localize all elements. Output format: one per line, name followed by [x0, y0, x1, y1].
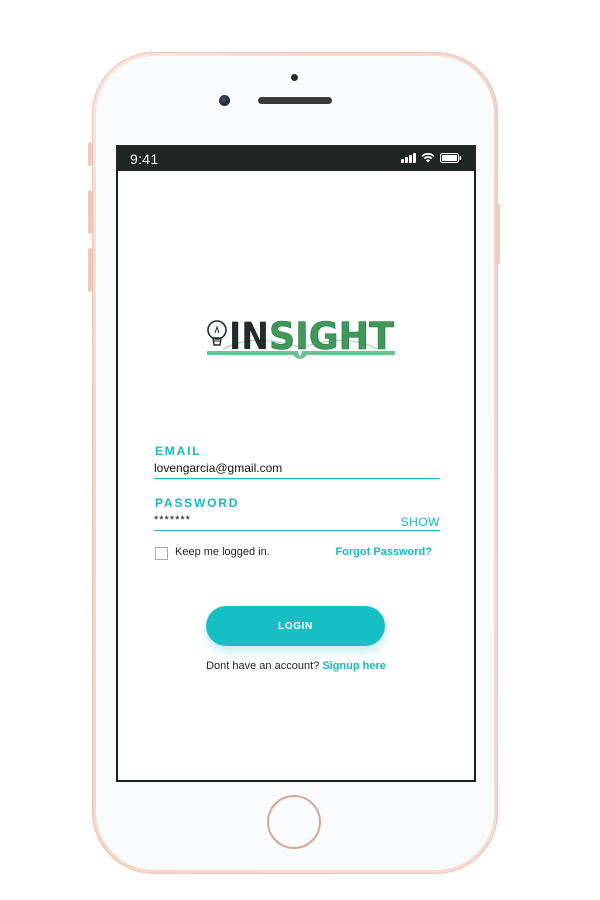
lightbulb-icon	[207, 320, 227, 346]
battery-icon	[440, 153, 462, 163]
earpiece-speaker	[258, 97, 332, 104]
insight-logo: IN SIGHT	[203, 293, 398, 369]
front-camera	[219, 95, 230, 106]
wifi-icon	[421, 153, 435, 163]
device-mockup: 9:41 IN SIGHT EMAIL lovengarcia@gmail.co…	[0, 0, 600, 900]
status-icons	[401, 153, 462, 163]
volume-up-button	[88, 190, 92, 234]
status-bar: 9:41	[116, 145, 476, 171]
signup-prompt: Dont have an account?	[206, 660, 323, 672]
email-label: EMAIL	[155, 444, 202, 458]
email-field[interactable]: lovengarcia@gmail.com	[154, 461, 282, 475]
show-password-toggle[interactable]: SHOW	[401, 515, 440, 529]
mute-switch	[88, 142, 92, 166]
power-button	[496, 204, 500, 264]
forgot-password-link[interactable]: Forgot Password?	[335, 546, 432, 558]
volume-down-button	[88, 248, 92, 292]
password-underline	[154, 530, 440, 531]
cellular-signal-icon	[401, 153, 416, 163]
password-field[interactable]: *******	[154, 514, 191, 526]
logo-text-in: IN	[229, 315, 269, 358]
screen: 9:41 IN SIGHT EMAIL lovengarcia@gmail.co…	[116, 145, 476, 782]
login-screen: IN SIGHT EMAIL lovengarcia@gmail.com PAS…	[118, 171, 474, 780]
signup-link[interactable]: Signup here	[322, 660, 386, 672]
logo-text-sight: SIGHT	[269, 315, 395, 358]
remember-me-label: Keep me logged in.	[175, 546, 270, 558]
login-button[interactable]: LOGIN	[206, 606, 385, 646]
remember-me-checkbox[interactable]	[155, 547, 168, 560]
password-label: PASSWORD	[155, 496, 240, 510]
proximity-sensor	[291, 74, 298, 81]
signup-row: Dont have an account? Signup here	[118, 660, 474, 672]
home-button[interactable]	[267, 795, 321, 849]
status-time: 9:41	[130, 151, 159, 167]
email-underline	[154, 478, 440, 479]
